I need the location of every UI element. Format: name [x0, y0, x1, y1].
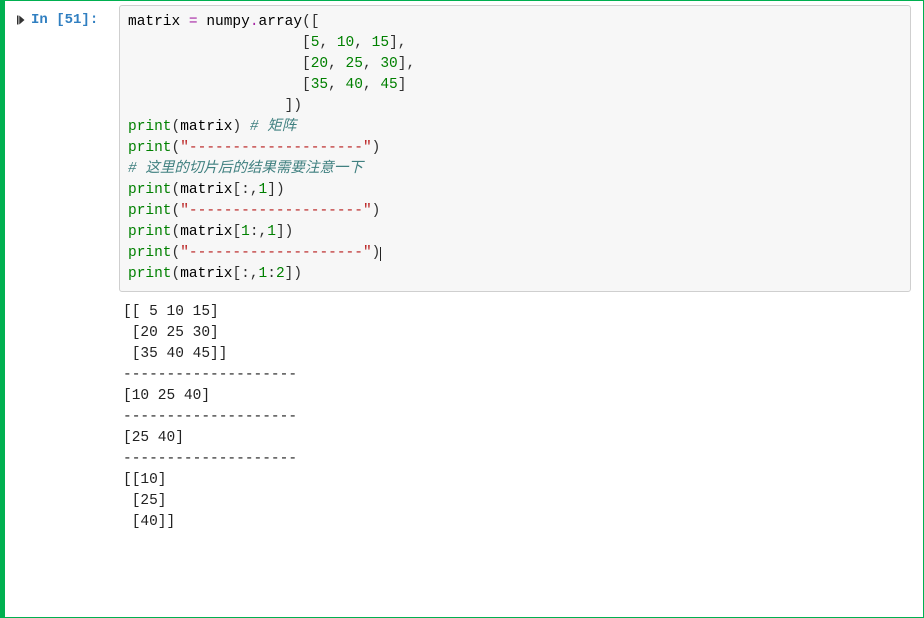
- run-cell-icon[interactable]: [13, 13, 27, 27]
- cell-main: matrix = numpy.array([ [5, 10, 15], [20,…: [119, 5, 919, 611]
- prompt-label: In: [31, 12, 56, 28]
- text-cursor: [380, 247, 381, 262]
- prompt-exec-count: [51]: [56, 12, 90, 28]
- cell-gutter: In [51]:: [7, 5, 119, 611]
- code-input[interactable]: matrix = numpy.array([ [5, 10, 15], [20,…: [119, 5, 911, 292]
- prompt: In [51]:: [31, 11, 98, 31]
- cell-output: [[ 5 10 15] [20 25 30] [35 40 45]] -----…: [119, 298, 911, 535]
- prompt-colon: :: [90, 12, 98, 28]
- code-cell: In [51]: matrix = numpy.array([ [5, 10, …: [0, 0, 924, 618]
